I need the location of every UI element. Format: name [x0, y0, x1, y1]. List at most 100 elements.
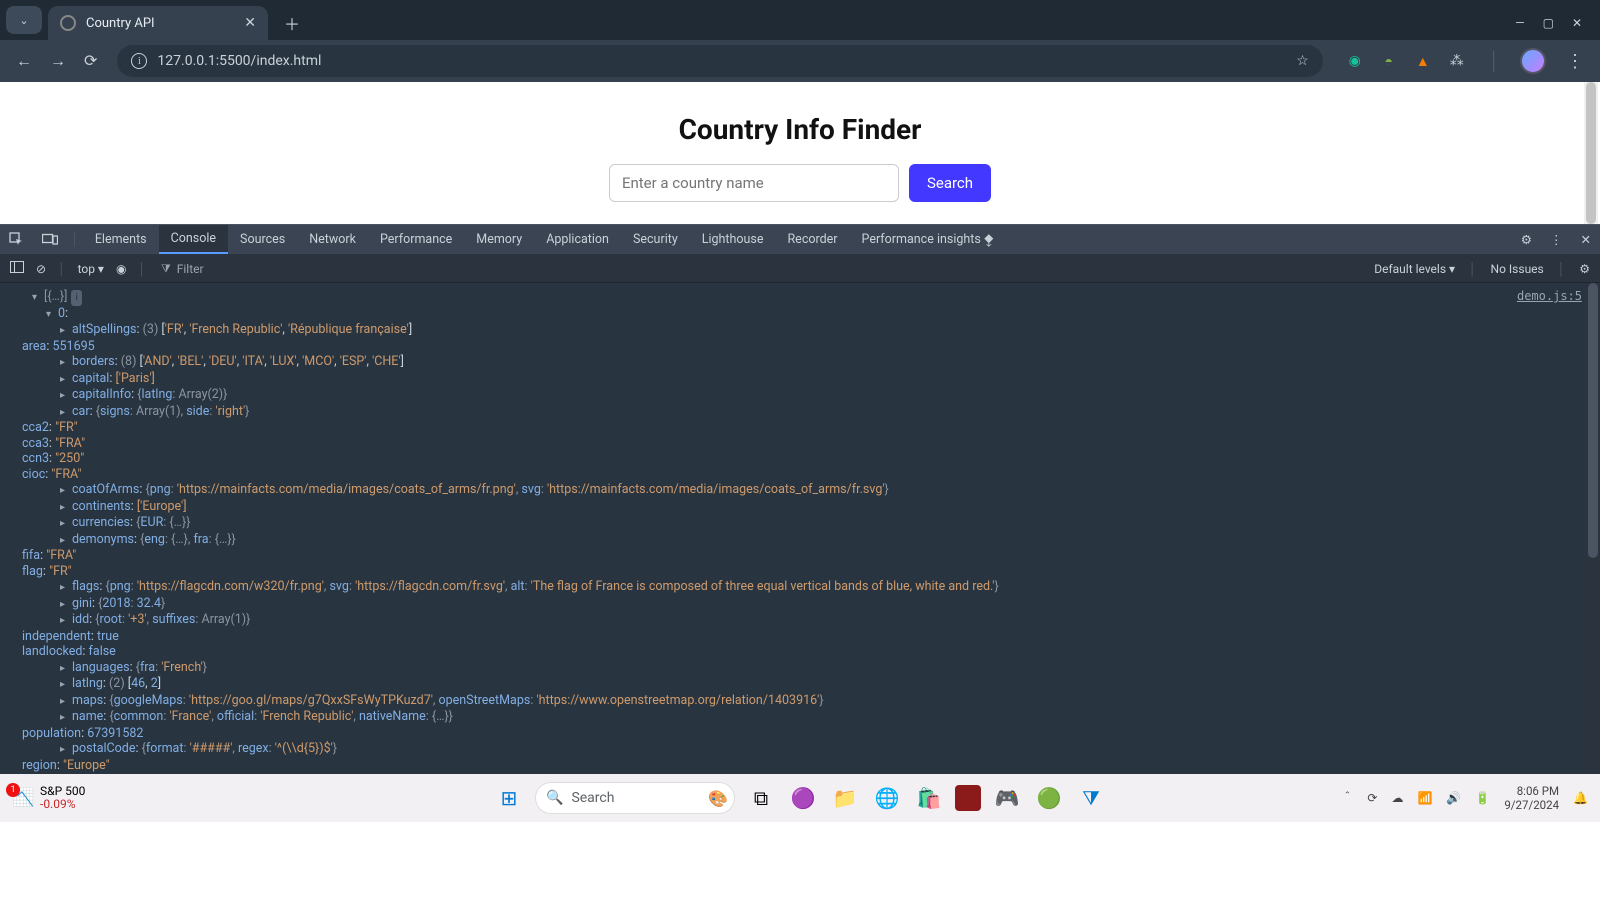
- console-object-row: cca2: "FR": [10, 420, 1590, 436]
- console-object-row[interactable]: flags: {png: 'https://flagcdn.com/w320/f…: [10, 579, 1590, 596]
- extension-grammarly-icon[interactable]: ◉: [1345, 51, 1365, 71]
- extension-orange-icon[interactable]: ▲: [1413, 51, 1433, 71]
- log-levels-dropdown[interactable]: Default levels ▾: [1374, 262, 1455, 276]
- devtools-menu-icon[interactable]: ⋮: [1541, 232, 1572, 248]
- console-object-row[interactable]: currencies: {EUR: {…}}: [10, 515, 1590, 532]
- onedrive-icon[interactable]: ☁: [1391, 791, 1403, 805]
- clear-console-icon[interactable]: ⊘: [36, 262, 46, 276]
- copilot-icon[interactable]: 🟣: [787, 782, 819, 814]
- console-object-row[interactable]: latlng: (2) [46, 2]: [10, 676, 1590, 693]
- console-object-row[interactable]: capitalInfo: {latlng: Array(2)}: [10, 387, 1590, 404]
- tab-application[interactable]: Application: [534, 225, 621, 254]
- xbox-icon[interactable]: 🎮: [991, 782, 1023, 814]
- devtools-close-icon[interactable]: ✕: [1572, 232, 1600, 248]
- console-object-row[interactable]: idd: {root: '+3', suffixes: Array(1)}: [10, 612, 1590, 629]
- tab-security[interactable]: Security: [621, 225, 690, 254]
- console-object-row: fifa: "FRA": [10, 548, 1590, 564]
- devtools-settings-icon[interactable]: ⚙: [1512, 232, 1541, 248]
- console-object-row[interactable]: postalCode: {format: '#####', regex: '^(…: [10, 741, 1590, 758]
- devtools-scrollbar[interactable]: [1586, 283, 1600, 774]
- console-object-row[interactable]: [{…}]i: [10, 289, 1590, 306]
- battery-icon[interactable]: 🔋: [1475, 791, 1490, 805]
- page-scrollbar[interactable]: [1584, 82, 1598, 224]
- console-filter-input[interactable]: ⧩Filter: [158, 259, 1208, 279]
- profile-avatar[interactable]: [1520, 48, 1546, 74]
- tab-network[interactable]: Network: [297, 225, 368, 254]
- country-input[interactable]: [609, 164, 899, 202]
- notifications-icon[interactable]: 🔔: [1573, 791, 1588, 805]
- separator: │: [67, 232, 83, 247]
- live-expression-icon[interactable]: ◉: [116, 262, 126, 276]
- console-object-row[interactable]: borders: (8) ['AND', 'BEL', 'DEU', 'ITA'…: [10, 354, 1590, 371]
- console-object-row[interactable]: name: {common: 'France', official: 'Fren…: [10, 709, 1590, 726]
- source-link[interactable]: demo.js:5: [1517, 289, 1582, 303]
- tab-memory[interactable]: Memory: [464, 225, 534, 254]
- start-button[interactable]: ⊞: [493, 782, 525, 814]
- extension-green-icon[interactable]: ◓: [1379, 51, 1399, 71]
- console-object-row[interactable]: maps: {googleMaps: 'https://goo.gl/maps/…: [10, 693, 1590, 710]
- tab-elements[interactable]: Elements: [83, 225, 159, 254]
- extensions-puzzle-icon[interactable]: ⁂: [1447, 51, 1467, 71]
- tab-sources[interactable]: Sources: [228, 225, 297, 254]
- explorer-icon[interactable]: 📁: [829, 782, 861, 814]
- task-view-icon[interactable]: ⧉: [745, 782, 777, 814]
- console-object-row[interactable]: capital: ['Paris']: [10, 371, 1590, 388]
- tray-chevron-icon[interactable]: ＾: [1341, 790, 1353, 807]
- console-object-row[interactable]: 0:: [10, 306, 1590, 323]
- app-red-icon[interactable]: [955, 785, 981, 811]
- forward-icon[interactable]: →: [50, 51, 66, 71]
- vscode-icon[interactable]: ⧩: [1075, 782, 1107, 814]
- console-object-row[interactable]: continents: ['Europe']: [10, 499, 1590, 516]
- tab-recorder[interactable]: Recorder: [775, 225, 849, 254]
- console-output[interactable]: [{…}]i 0: altSpellings: (3) ['FR', 'Fren…: [0, 283, 1600, 774]
- reload-icon[interactable]: ⟳: [84, 51, 97, 71]
- console-object-row[interactable]: altSpellings: (3) ['FR', 'French Republi…: [10, 322, 1590, 339]
- separator: │: [1558, 262, 1566, 276]
- separator: │: [1469, 262, 1477, 276]
- console-settings-icon[interactable]: ⚙: [1579, 262, 1590, 276]
- separator: │: [58, 262, 66, 276]
- stock-chart-icon: 1: [12, 787, 34, 809]
- bookmark-star-icon[interactable]: ☆: [1296, 53, 1309, 69]
- taskbar-search[interactable]: 🔍 Search 🎨: [535, 782, 735, 814]
- address-bar[interactable]: i 127.0.0.1:5500/index.html ☆: [117, 45, 1322, 77]
- tab-performance[interactable]: Performance: [368, 225, 464, 254]
- tab-console[interactable]: Console: [159, 225, 228, 254]
- sync-icon[interactable]: ⟳: [1367, 791, 1377, 805]
- active-tab[interactable]: Country API ✕: [48, 6, 268, 40]
- volume-icon[interactable]: 🔊: [1446, 791, 1461, 805]
- clock[interactable]: 8:06 PM 9/27/2024: [1504, 784, 1559, 812]
- close-tab-icon[interactable]: ✕: [244, 15, 256, 31]
- console-object-row: area: 551695: [10, 339, 1590, 355]
- tab-lighthouse[interactable]: Lighthouse: [690, 225, 776, 254]
- close-window-icon[interactable]: ✕: [1572, 16, 1582, 30]
- minimize-icon[interactable]: —: [1515, 16, 1524, 30]
- console-object-row: ccn3: "250": [10, 451, 1590, 467]
- console-object-row[interactable]: coatOfArms: {png: 'https://mainfacts.com…: [10, 482, 1590, 499]
- device-toolbar-icon[interactable]: [33, 233, 67, 247]
- console-object-row[interactable]: languages: {fra: 'French'}: [10, 660, 1590, 677]
- chrome-icon[interactable]: 🟢: [1033, 782, 1065, 814]
- execution-context-selector[interactable]: top ▾: [78, 262, 104, 276]
- console-object-row[interactable]: demonyms: {eng: {…}, fra: {…}}: [10, 532, 1590, 549]
- console-object-row[interactable]: gini: {2018: 32.4}: [10, 596, 1590, 613]
- console-object-row: cioc: "FRA": [10, 467, 1590, 483]
- inspect-element-icon[interactable]: [0, 232, 33, 247]
- store-icon[interactable]: 🛍️: [913, 782, 945, 814]
- stock-widget[interactable]: 1 S&P 500 -0.09%: [12, 785, 85, 811]
- globe-icon: [60, 15, 76, 31]
- search-button[interactable]: Search: [909, 164, 991, 202]
- tab-performance-insights[interactable]: Performance insights ⧪: [850, 225, 1006, 254]
- wifi-icon[interactable]: 📶: [1417, 791, 1432, 805]
- browser-menu-icon[interactable]: ⋮: [1560, 51, 1590, 72]
- url-text: 127.0.0.1:5500/index.html: [157, 53, 321, 69]
- site-info-icon[interactable]: i: [131, 53, 147, 69]
- console-object-row[interactable]: car: {signs: Array(1), side: 'right'}: [10, 404, 1590, 421]
- tab-search-dropdown[interactable]: ⌄: [6, 6, 42, 34]
- issues-button[interactable]: No Issues: [1491, 262, 1544, 276]
- maximize-icon[interactable]: ▢: [1543, 16, 1554, 30]
- new-tab-button[interactable]: ＋: [278, 9, 306, 37]
- toggle-console-sidebar-icon[interactable]: [10, 261, 24, 276]
- edge-icon[interactable]: 🌐: [871, 782, 903, 814]
- back-icon[interactable]: ←: [16, 51, 32, 71]
